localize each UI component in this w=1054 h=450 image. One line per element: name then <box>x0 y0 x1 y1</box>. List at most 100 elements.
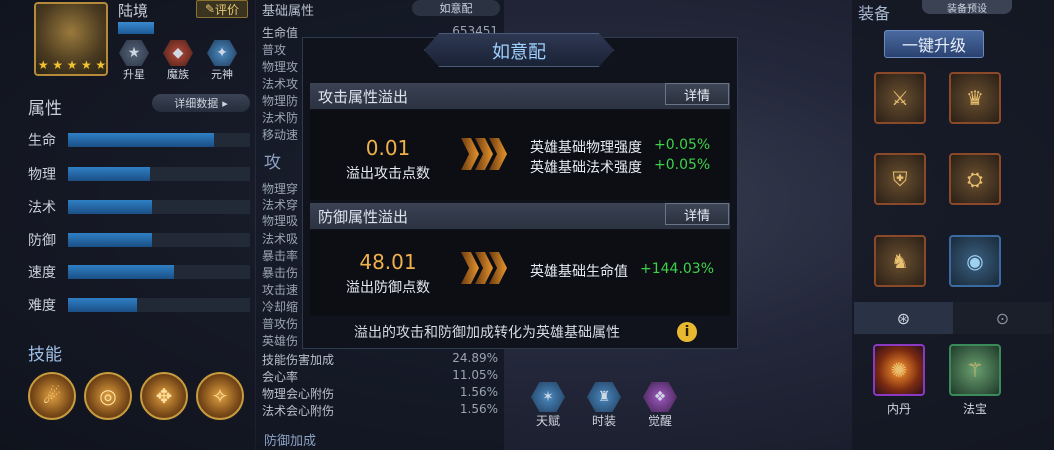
demon-label: 魔族 <box>167 68 189 81</box>
star-icon: ★ <box>119 40 149 66</box>
attribute-label: 难度 <box>28 298 56 314</box>
stat-label: 冷却缩 <box>262 300 299 314</box>
attribute-label: 生命 <box>28 133 56 149</box>
bonus-value: +144.03% <box>640 261 715 277</box>
equipment-slot[interactable]: ◉ <box>949 235 1001 287</box>
star-icon: ★ <box>37 58 49 72</box>
helmet-icon: ♛ <box>966 86 984 110</box>
skill-icon[interactable]: ✥ <box>140 372 188 420</box>
stat-value: 1.56% <box>459 402 498 416</box>
bottom-nav: ✶ 天赋 ♜ 时装 ❖ 觉醒 <box>528 382 680 429</box>
detail-data-label: 详细数据 <box>174 97 219 110</box>
arrow-right-icon <box>461 138 507 170</box>
attribute-row-defense: 防御 <box>28 230 250 250</box>
treasure-slot[interactable]: ⚚ 法宝 <box>948 344 1002 417</box>
equipment-tabs: ⊛ ⊙ <box>854 302 1052 334</box>
star-icon: ★ <box>52 58 63 72</box>
attribute-label: 物理 <box>28 167 56 183</box>
stat-label: 英雄伤 <box>262 334 299 348</box>
attack-detail-button[interactable]: 详情 <box>665 83 729 105</box>
skills-title: 技能 <box>28 345 62 365</box>
tab-compass[interactable]: ⊙ <box>953 302 1052 334</box>
talent-label: 天赋 <box>535 414 560 428</box>
equipment-slot[interactable]: ♞ <box>874 235 926 287</box>
belt-icon: ⛭ <box>967 167 983 191</box>
skill-icon[interactable]: ◎ <box>84 372 132 420</box>
awaken-button[interactable]: ❖ 觉醒 <box>640 382 680 429</box>
stat-row: 技能伤害加成 24.89% <box>262 351 498 367</box>
arrow-right-icon <box>461 252 507 284</box>
equipment-preset-button[interactable]: 装备预设 <box>922 0 1012 15</box>
equipment-slot[interactable]: ♛ <box>949 72 1001 124</box>
inner-core-label: 内丹 <box>886 402 911 416</box>
stat-label: 暴击伤 <box>262 266 299 280</box>
attribute-label: 法术 <box>28 200 56 216</box>
defense-detail-button[interactable]: 详情 <box>665 203 729 225</box>
bonus-name: 英雄基础物理强度 <box>530 140 642 156</box>
defense-bonus-title: 防御加成 <box>264 434 317 449</box>
stat-row: 物理会心附伤 1.56% <box>262 385 498 401</box>
modal-footer-text: 溢出的攻击和防御加成转化为英雄基础属性 <box>354 325 620 341</box>
equipment-slot[interactable]: ⚔ <box>874 72 926 124</box>
defense-overflow-value: 48.01 <box>359 250 417 274</box>
attribute-row-physical: 物理 <box>28 164 250 184</box>
treasure-label: 法宝 <box>962 402 987 416</box>
attribute-bar-fill <box>68 298 138 312</box>
attribute-bar <box>68 233 250 247</box>
attribute-row-magic: 法术 <box>28 197 250 217</box>
modal-title: 如意配 <box>492 42 546 63</box>
evaluate-label: 评价 <box>215 2 240 17</box>
skill-icon[interactable]: ☄ <box>28 372 76 420</box>
tab-ring[interactable]: ⊛ <box>854 302 953 334</box>
attribute-label: 速度 <box>28 265 56 281</box>
demon-icon: ◆ <box>163 40 193 66</box>
spirit-button[interactable]: ✦ 元神 <box>204 40 240 82</box>
armor-icon: ⛨ <box>892 167 908 191</box>
stat-value: 24.89% <box>452 351 498 365</box>
fashion-button[interactable]: ♜ 时装 <box>584 382 624 429</box>
bonus-row: 英雄基础物理强度 +0.05% <box>530 137 710 157</box>
defense-overflow-caption: 溢出防御点数 <box>346 280 430 296</box>
stat-label: 会心率 <box>262 370 299 384</box>
chevron-right-icon: ▸ <box>222 96 228 110</box>
evaluate-button[interactable]: ✎ 评价 <box>196 0 248 18</box>
attribute-row-life: 生命 <box>28 130 250 150</box>
spirit-icon: ✦ <box>207 40 237 66</box>
one-click-upgrade-button[interactable]: 一键升级 <box>884 30 984 58</box>
attribute-bar <box>68 265 250 279</box>
stat-label: 法术吸 <box>262 232 299 246</box>
attack-overflow-value: 0.01 <box>365 136 411 160</box>
skill-icon[interactable]: ✧ <box>196 372 244 420</box>
treasure-icon: ⚚ <box>949 344 1001 396</box>
star-up-label: 升星 <box>123 68 145 81</box>
stat-label: 物理攻 <box>262 60 299 74</box>
attribute-row-difficulty: 难度 <box>28 295 250 315</box>
attack-bonus-list: 英雄基础物理强度 +0.05% 英雄基础法术强度 +0.05% <box>530 137 710 177</box>
bonus-name: 英雄基础生命值 <box>530 264 628 280</box>
attribute-bar <box>68 200 250 214</box>
stat-label: 法术穿 <box>262 198 299 212</box>
fashion-label: 时装 <box>591 414 616 428</box>
hero-action-buttons: ★ 升星 ◆ 魔族 ✦ 元神 <box>116 40 240 82</box>
ruyi-button[interactable]: 如意配 <box>412 0 500 16</box>
defense-bonus-list: 英雄基础生命值 +144.03% <box>530 261 714 281</box>
talent-button[interactable]: ✶ 天赋 <box>528 382 568 429</box>
star-up-button[interactable]: ★ 升星 <box>116 40 152 82</box>
stat-label: 物理防 <box>262 94 299 108</box>
hero-stars: ★ ★ ★ ★ ★ <box>36 58 108 72</box>
detail-data-button[interactable]: 详细数据 ▸ <box>152 94 250 112</box>
info-icon[interactable]: i <box>677 322 697 342</box>
demon-button[interactable]: ◆ 魔族 <box>160 40 196 82</box>
skill-list: ☄ ◎ ✥ ✧ <box>28 372 244 420</box>
attack-bonus-title: 攻 <box>264 153 281 173</box>
stat-label: 技能伤害加成 <box>262 353 335 367</box>
inner-core-slot[interactable]: ✺ 内丹 <box>872 344 926 417</box>
equipment-slot[interactable]: ⛨ <box>874 153 926 205</box>
equipment-slot[interactable]: ⛭ <box>949 153 1001 205</box>
stat-label: 攻击速 <box>262 283 299 297</box>
attributes-title: 属性 <box>28 99 62 119</box>
bonus-value: +0.05% <box>654 137 711 153</box>
stat-label: 物理吸 <box>262 214 299 228</box>
stat-label: 暴击率 <box>262 249 299 263</box>
ring-icon: ⊛ <box>896 308 911 328</box>
